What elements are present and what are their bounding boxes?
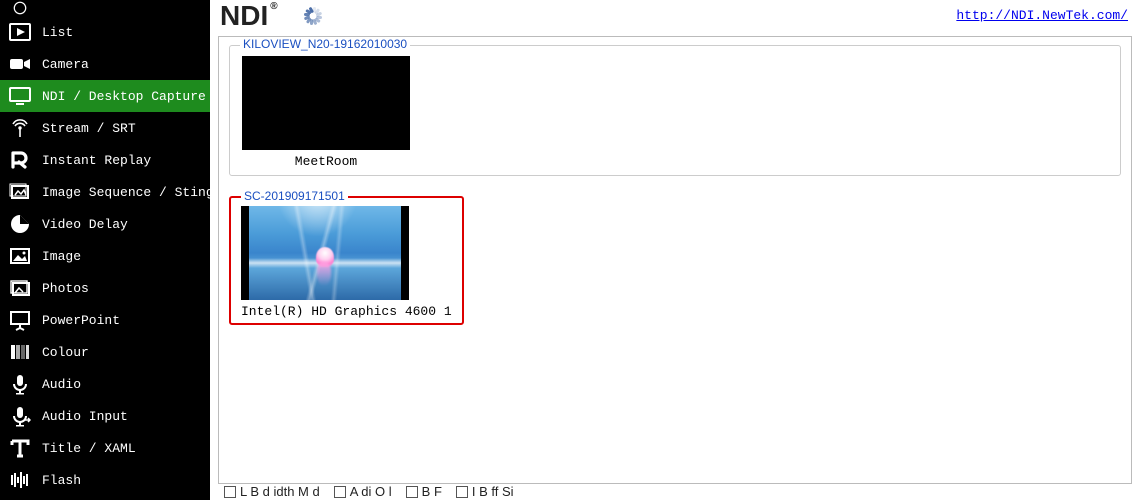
sidebar-item-label: Flash (42, 473, 81, 488)
photos-icon (8, 276, 32, 300)
sidebar-item-powerpoint[interactable]: PowerPoint (0, 304, 210, 336)
logo-text: NDI (220, 0, 268, 31)
sidebar-item-label: NDI / Desktop Capture (42, 89, 206, 104)
group-sc-selected[interactable]: SC-201909171501 Intel(R) HD Graphics 460… (229, 196, 464, 325)
sidebar-item-image[interactable]: Image (0, 240, 210, 272)
sidebar-item-video-delay[interactable]: Video Delay (0, 208, 210, 240)
footer-label: L B d idth M d (240, 484, 320, 499)
group-legend: KILOVIEW_N20-19162010030 (240, 37, 410, 51)
footer-label: A di O l (350, 484, 392, 499)
sidebar-item-label: Video Delay (42, 217, 128, 232)
frames-icon (8, 180, 32, 204)
footer-label: I B ff Si (472, 484, 514, 499)
sidebar-item-label: Image Sequence / Stinger (42, 185, 210, 200)
antenna-icon (8, 116, 32, 140)
ndi-logo: NDI® (220, 2, 276, 30)
sidebar-item-camera[interactable]: Camera (0, 48, 210, 80)
sidebar-item-label: Photos (42, 281, 89, 296)
delay-clock-icon (8, 212, 32, 236)
checkbox-icon[interactable] (456, 486, 468, 498)
footer-label: B F (422, 484, 442, 499)
sidebar-item-label: PowerPoint (42, 313, 120, 328)
sidebar-item-stream-srt[interactable]: Stream / SRT (0, 112, 210, 144)
thumbnail-preview (241, 206, 409, 300)
sidebar-item-label: Stream / SRT (42, 121, 136, 136)
stripes-icon (8, 340, 32, 364)
sidebar-item-label: Camera (42, 57, 89, 72)
checkbox-icon[interactable] (406, 486, 418, 498)
replay-r-icon (8, 148, 32, 172)
thumbnail-caption: MeetRoom (242, 154, 410, 169)
ndi-website-link[interactable]: http://NDI.NewTek.com/ (956, 8, 1128, 23)
sidebar-item-instant-replay[interactable]: Instant Replay (0, 144, 210, 176)
sidebar-item-label: Audio Input (42, 409, 128, 424)
sidebar-item-flash[interactable]: Flash (0, 464, 210, 496)
sidebar-item-title-xaml[interactable]: Title / XAML (0, 432, 210, 464)
sidebar-item-label: List (42, 25, 73, 40)
footer-options: L B d idth M d A di O l B F I B ff Si (210, 484, 1140, 500)
sidebar-item-virtual-set[interactable]: Virtual Set (0, 496, 210, 500)
sidebar-item-label: Title / XAML (42, 441, 136, 456)
source-thumbnail[interactable]: MeetRoom (242, 56, 410, 169)
footer-option-2[interactable]: A di O l (334, 484, 392, 499)
footer-option-1[interactable]: L B d idth M d (224, 484, 320, 499)
footer-option-4[interactable]: I B ff Si (456, 484, 514, 499)
presentation-icon (8, 308, 32, 332)
sidebar-item-ndi-desktop-capture[interactable]: NDI / Desktop Capture (0, 80, 210, 112)
sidebar-item-list[interactable]: List (0, 16, 210, 48)
thumbnail-preview (242, 56, 410, 150)
footer-option-3[interactable]: B F (406, 484, 442, 499)
camcorder-icon (8, 52, 32, 76)
registered-mark: ® (270, 1, 277, 12)
title-t-icon (8, 436, 32, 460)
checkbox-icon[interactable] (334, 486, 346, 498)
sidebar-item-audio[interactable]: Audio (0, 368, 210, 400)
sidebar-item-label: Colour (42, 345, 89, 360)
thumbnail-caption: Intel(R) HD Graphics 4600 1 (241, 304, 452, 319)
sidebar-item-image-sequence[interactable]: Image Sequence / Stinger (0, 176, 210, 208)
mic-arrow-icon (8, 404, 32, 428)
monitor-icon (8, 84, 32, 108)
sidebar: List Camera NDI / Desktop Capture Stream… (0, 0, 210, 500)
source-list-panel: KILOVIEW_N20-19162010030 MeetRoom SC-201… (218, 36, 1132, 484)
sidebar-item-colour[interactable]: Colour (0, 336, 210, 368)
clock-icon (8, 0, 32, 16)
sidebar-item-partial-top[interactable] (0, 0, 210, 16)
group-kiloview[interactable]: KILOVIEW_N20-19162010030 MeetRoom (229, 45, 1121, 176)
sidebar-item-label: Audio (42, 377, 81, 392)
sidebar-item-photos[interactable]: Photos (0, 272, 210, 304)
checkbox-icon[interactable] (224, 486, 236, 498)
header: NDI® http://NDI.NewTek.com/ (210, 0, 1140, 32)
loading-spinner-icon (301, 4, 325, 28)
virtual-set-icon (8, 494, 32, 500)
play-frame-icon (8, 20, 32, 44)
source-thumbnail[interactable]: Intel(R) HD Graphics 4600 1 (241, 206, 452, 319)
main-panel: NDI® http://NDI.NewTek.com/ KILOVIEW_N20… (210, 0, 1140, 500)
mic-icon (8, 372, 32, 396)
group-legend: SC-201909171501 (241, 189, 348, 203)
sidebar-item-label: Image (42, 249, 81, 264)
bars-icon (8, 468, 32, 492)
sidebar-item-label: Instant Replay (42, 153, 151, 168)
sidebar-item-audio-input[interactable]: Audio Input (0, 400, 210, 432)
image-icon (8, 244, 32, 268)
